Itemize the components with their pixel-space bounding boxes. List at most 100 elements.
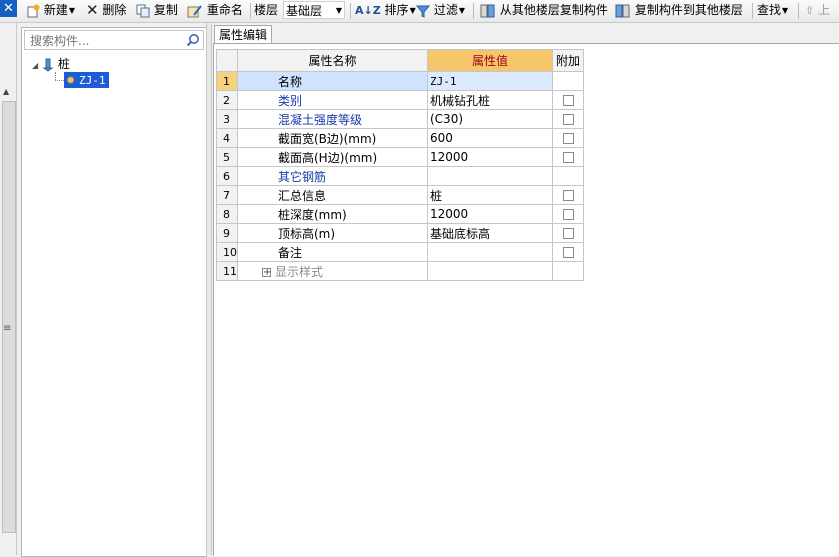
- new-label: 新建: [43, 3, 68, 17]
- sort-label: 排序: [384, 3, 409, 17]
- search-input[interactable]: [28, 32, 182, 50]
- panel-splitter[interactable]: [206, 23, 212, 555]
- property-value[interactable]: [427, 242, 553, 262]
- row-number: 1: [216, 71, 238, 91]
- row-number: 10: [216, 242, 238, 262]
- table-row[interactable]: 11 + 显示样式: [216, 261, 584, 281]
- copy-to-floor-button[interactable]: 复制构件到其他楼层: [615, 2, 743, 19]
- property-name: 备注: [237, 242, 428, 262]
- row-number: 6: [216, 166, 238, 186]
- chevron-down-icon: ▼: [335, 6, 342, 15]
- property-value[interactable]: 桩: [427, 185, 553, 205]
- extra-checkbox[interactable]: [562, 209, 574, 220]
- property-value[interactable]: 基础底标高: [427, 223, 553, 243]
- tree-connector: [55, 72, 57, 80]
- property-table: 属性名称 属性值 附加 1 名称 ZJ-1 2 类别 机械钻孔桩 3 混凝土强度…: [216, 49, 584, 281]
- extra-cell: [552, 71, 584, 91]
- close-icon[interactable]: ✕: [0, 0, 17, 17]
- copy-icon: [136, 4, 150, 17]
- column-header-name[interactable]: 属性名称: [237, 49, 428, 72]
- row-number: 11: [216, 261, 238, 281]
- extra-cell: [552, 261, 584, 281]
- property-value[interactable]: [427, 261, 553, 281]
- tree-node-pile[interactable]: ◢ 桩: [32, 56, 70, 72]
- table-row[interactable]: 9 顶标高(m) 基础底标高: [216, 223, 584, 243]
- tree-connector: [55, 80, 64, 82]
- copy-to-floor-label: 复制构件到其他楼层: [634, 3, 743, 17]
- table-row[interactable]: 2 类别 机械钻孔桩: [216, 90, 584, 110]
- delete-button[interactable]: ✕ 删除: [86, 2, 126, 19]
- floor-label: 楼层: [254, 3, 279, 17]
- extra-cell: [552, 242, 584, 262]
- filter-label: 过滤: [433, 3, 458, 17]
- move-up-button[interactable]: ⇧ 上: [805, 2, 830, 19]
- table-row[interactable]: 3 混凝土强度等级 (C30): [216, 109, 584, 129]
- sort-button[interactable]: A↓Z 排序▼: [355, 2, 416, 19]
- property-name: 顶标高(m): [237, 223, 428, 243]
- search-icon[interactable]: [186, 33, 200, 47]
- scroll-up-icon[interactable]: ▲: [3, 87, 9, 96]
- copy-from-floor-label: 从其他楼层复制构件: [499, 3, 608, 17]
- rename-button[interactable]: 重命名: [187, 2, 243, 19]
- dropdown-arrow-icon: ▼: [409, 6, 416, 15]
- extra-checkbox[interactable]: [562, 133, 574, 144]
- table-row[interactable]: 10 备注: [216, 242, 584, 262]
- extra-checkbox[interactable]: [562, 190, 574, 201]
- extra-checkbox[interactable]: [562, 152, 574, 163]
- table-row[interactable]: 1 名称 ZJ-1: [216, 71, 584, 91]
- property-value[interactable]: ZJ-1: [427, 71, 553, 91]
- expand-plus-icon[interactable]: +: [262, 267, 271, 277]
- extra-checkbox[interactable]: [562, 247, 574, 258]
- toolbar-separator: [350, 3, 351, 19]
- property-grid-area: 属性名称 属性值 附加 1 名称 ZJ-1 2 类别 机械钻孔桩 3 混凝土强度…: [213, 43, 839, 556]
- dropdown-arrow-icon: ▼: [68, 6, 75, 15]
- component-tree-panel: ◢ 桩 ✹ ZJ-1: [21, 27, 207, 557]
- new-icon: [27, 4, 40, 17]
- extra-checkbox[interactable]: [562, 114, 574, 125]
- sort-icon: A↓Z: [355, 4, 381, 17]
- filter-button[interactable]: 过滤▼: [416, 2, 465, 19]
- property-value[interactable]: [427, 166, 553, 186]
- table-row[interactable]: 8 桩深度(mm) 12000: [216, 204, 584, 224]
- copy-from-floor-button[interactable]: 从其他楼层复制构件: [480, 2, 608, 19]
- property-value[interactable]: (C30): [427, 109, 553, 129]
- row-number: 9: [216, 223, 238, 243]
- find-button[interactable]: 查找▼: [757, 2, 788, 19]
- tree-node-zj1[interactable]: ✹ ZJ-1: [64, 72, 109, 88]
- column-header-extra[interactable]: 附加: [552, 49, 584, 72]
- grip-icon[interactable]: ≡: [3, 323, 11, 334]
- table-row[interactable]: 4 截面宽(B边)(mm) 600: [216, 128, 584, 148]
- filter-icon: [416, 5, 430, 18]
- side-scrollbar[interactable]: [2, 101, 16, 533]
- row-number: 8: [216, 204, 238, 224]
- copy-button[interactable]: 复制: [136, 2, 178, 19]
- floor-select-value: 基础层: [286, 4, 323, 18]
- new-button[interactable]: 新建▼: [26, 2, 75, 19]
- extra-checkbox[interactable]: [562, 95, 574, 106]
- tree-node-label: 桩: [57, 57, 70, 71]
- property-name: 混凝土强度等级: [237, 109, 428, 129]
- property-value[interactable]: 12000: [427, 147, 553, 167]
- extra-checkbox[interactable]: [562, 228, 574, 239]
- table-row[interactable]: 6 其它钢筋: [216, 166, 584, 186]
- floor-select[interactable]: 基础层 ▼: [283, 1, 345, 19]
- property-name: 汇总信息: [237, 185, 428, 205]
- property-name: 桩深度(mm): [237, 204, 428, 224]
- table-row[interactable]: 5 截面高(H边)(mm) 12000: [216, 147, 584, 167]
- column-header-value[interactable]: 属性值: [427, 49, 553, 72]
- tab-property-edit[interactable]: 属性编辑: [214, 25, 272, 44]
- extra-cell: [552, 128, 584, 148]
- rename-icon: [187, 4, 202, 17]
- rename-label: 重命名: [206, 3, 243, 17]
- property-name: 其它钢筋: [237, 166, 428, 186]
- row-number: 4: [216, 128, 238, 148]
- property-name: 截面高(H边)(mm): [237, 147, 428, 167]
- search-box: [24, 30, 204, 50]
- collapse-triangle-icon[interactable]: ◢: [32, 61, 38, 70]
- property-value[interactable]: 600: [427, 128, 553, 148]
- extra-cell: [552, 223, 584, 243]
- table-row[interactable]: 7 汇总信息 桩: [216, 185, 584, 205]
- property-value[interactable]: 12000: [427, 204, 553, 224]
- property-value[interactable]: 机械钻孔桩: [427, 90, 553, 110]
- property-name: 名称: [237, 71, 428, 91]
